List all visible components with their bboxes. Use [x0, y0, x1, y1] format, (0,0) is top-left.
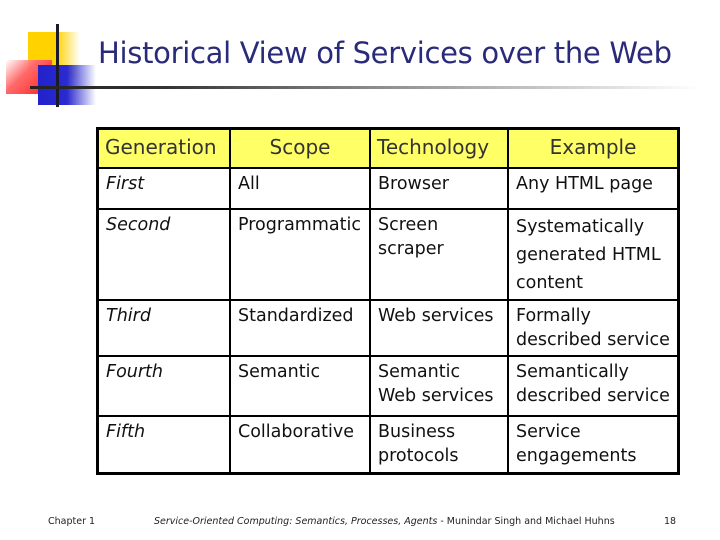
cell-technology: Business protocols: [369, 414, 509, 475]
cell-generation: Third: [96, 298, 231, 357]
cell-scope: Collaborative: [229, 414, 371, 475]
cell-generation: Fourth: [96, 354, 231, 417]
cell-technology: Screen scraper: [369, 207, 509, 301]
table-header-row: Generation Scope Technology Example: [96, 127, 680, 169]
cell-example: Systematically generated HTML content: [507, 207, 680, 301]
cell-generation: Fifth: [96, 414, 231, 475]
title-underline: [30, 86, 700, 89]
footer-citation: Service-Oriented Computing: Semantics, P…: [154, 516, 615, 527]
cell-example: Service engagements: [507, 414, 680, 475]
vertical-line-shape: [56, 24, 59, 107]
table-row: Third Standardized Web services Formally…: [96, 298, 680, 357]
cell-scope: Standardized: [229, 298, 371, 357]
cell-example: Semantically described service: [507, 354, 680, 417]
table-row: First All Browser Any HTML page: [96, 166, 680, 210]
generations-table: Generation Scope Technology Example Firs…: [96, 127, 680, 475]
decorative-logo-squares: [0, 0, 100, 110]
cell-generation: First: [96, 166, 231, 210]
cell-scope: Semantic: [229, 354, 371, 417]
footer-authors: - Munindar Singh and Michael Huhns: [437, 516, 615, 527]
cell-technology: Web services: [369, 298, 509, 357]
cell-scope: Programmatic: [229, 207, 371, 301]
cell-technology: Semantic Web services: [369, 354, 509, 417]
header-example: Example: [507, 127, 680, 169]
header-technology: Technology: [369, 127, 509, 169]
cell-scope: All: [229, 166, 371, 210]
cell-example: Any HTML page: [507, 166, 680, 210]
cell-technology: Browser: [369, 166, 509, 210]
slide-title: Historical View of Services over the Web: [98, 36, 672, 70]
cell-generation: Second: [96, 207, 231, 301]
table-row: Fourth Semantic Semantic Web services Se…: [96, 354, 680, 417]
cell-example: Formally described service: [507, 298, 680, 357]
header-generation: Generation: [96, 127, 231, 169]
header-scope: Scope: [229, 127, 371, 169]
footer-chapter: Chapter 1: [48, 516, 96, 527]
footer-page-number: 18: [664, 516, 677, 527]
table-row: Second Programmatic Screen scraper Syste…: [96, 207, 680, 301]
table-row: Fifth Collaborative Business protocols S…: [96, 414, 680, 475]
blue-square-shape: [38, 65, 96, 105]
footer-book-title: Service-Oriented Computing: Semantics, P…: [154, 516, 438, 527]
